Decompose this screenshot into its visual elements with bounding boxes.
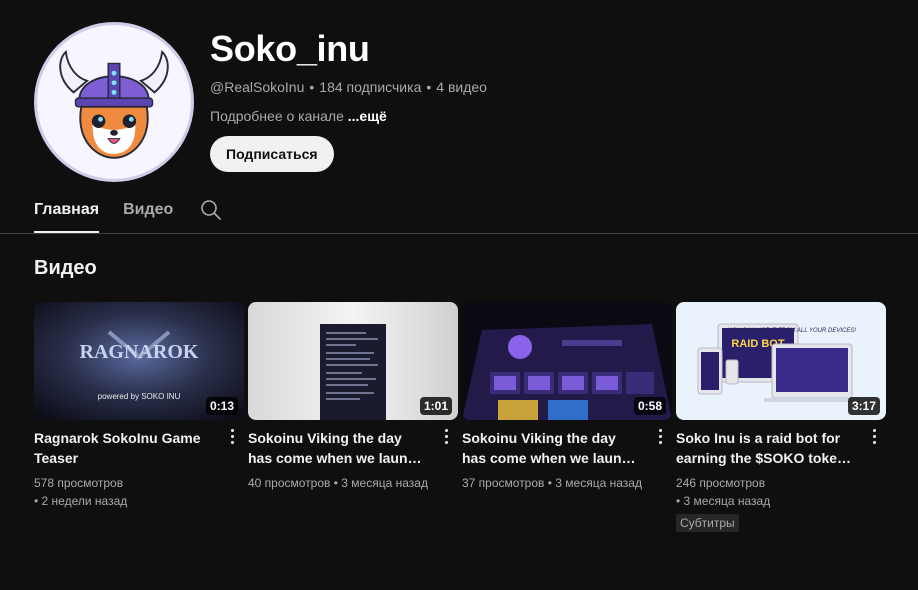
- channel-meta: @RealSokoInu • 184 подписчика • 4 видео: [210, 79, 487, 95]
- video-duration: 1:01: [419, 397, 452, 415]
- video-count: 4 видео: [436, 79, 487, 95]
- video-title[interactable]: Sokoinu Viking the day has come when we …: [462, 428, 642, 468]
- channel-handle: @RealSokoInu: [210, 79, 305, 95]
- video-card[interactable]: RAGNAROK powered by SOKO INU 0:13 Ragnar…: [34, 302, 244, 532]
- shiba-viking-logo: [37, 25, 191, 179]
- video-age: • 3 месяца назад: [333, 476, 428, 490]
- video-age: • 2 недели назад: [34, 494, 128, 508]
- more-options-icon[interactable]: [442, 426, 450, 446]
- video-card[interactable]: RAID BOT YOU CAN USE IT FROM ALL YOUR DE…: [676, 302, 886, 532]
- video-title[interactable]: Soko Inu is a raid bot for earning the $…: [676, 428, 856, 468]
- video-thumbnail[interactable]: 1:01: [248, 302, 458, 420]
- video-age: • 3 месяца назад: [547, 476, 642, 490]
- video-duration: 0:58: [633, 397, 666, 415]
- video-title[interactable]: Ragnarok SokoInu Game Teaser: [34, 428, 214, 468]
- video-thumbnail[interactable]: RAID BOT YOU CAN USE IT FROM ALL YOUR DE…: [676, 302, 886, 420]
- video-stats: 40 просмотров • 3 месяца назад: [248, 474, 458, 492]
- more-options-icon[interactable]: [870, 426, 878, 446]
- video-duration: 0:13: [205, 397, 238, 415]
- thumbnail-caption: powered by SOKO INU: [98, 392, 181, 401]
- video-views: 40 просмотров: [248, 476, 331, 490]
- more-options-icon[interactable]: [656, 426, 664, 446]
- channel-name: Soko_inu: [210, 28, 370, 69]
- section-title: Видео: [34, 257, 97, 279]
- thumbnail-logo-text: RAGNAROK: [80, 341, 199, 363]
- meta-separator: •: [309, 79, 315, 95]
- video-card[interactable]: 1:01 Sokoinu Viking the day has come whe…: [248, 302, 458, 532]
- more-options-icon[interactable]: [228, 426, 236, 446]
- about-label: Подробнее о канале: [210, 108, 344, 124]
- tabs-divider: [0, 233, 918, 234]
- video-card[interactable]: 0:58 Sokoinu Viking the day has come whe…: [462, 302, 672, 532]
- subscriber-count: 184 подписчика: [319, 79, 422, 95]
- thumbnail-caption: YOU CAN USE IT FROM ALL YOUR DEVICES!: [728, 328, 857, 334]
- video-views: 578 просмотров: [34, 476, 124, 490]
- video-views: 246 просмотров: [676, 476, 766, 490]
- channel-about-link[interactable]: Подробнее о канале ...ещё: [210, 108, 387, 124]
- about-more[interactable]: ...ещё: [348, 108, 387, 124]
- video-stats: 37 просмотров • 3 месяца назад: [462, 474, 672, 492]
- video-views: 37 просмотров: [462, 476, 545, 490]
- video-thumbnail[interactable]: RAGNAROK powered by SOKO INU 0:13: [34, 302, 244, 420]
- video-thumbnail[interactable]: 0:58: [462, 302, 672, 420]
- search-icon[interactable]: [199, 198, 223, 222]
- tab-home[interactable]: Главная: [34, 196, 100, 233]
- subtitles-badge: Субтитры: [676, 514, 739, 532]
- video-title[interactable]: Sokoinu Viking the day has come when we …: [248, 428, 428, 468]
- video-stats: 578 просмотров • 2 недели назад: [34, 474, 244, 510]
- video-grid: RAGNAROK powered by SOKO INU 0:13 Ragnar…: [34, 302, 886, 532]
- video-duration: 3:17: [847, 397, 880, 415]
- meta-separator: •: [426, 79, 432, 95]
- channel-tabs: Главная Видео: [34, 196, 223, 233]
- tab-videos[interactable]: Видео: [123, 196, 173, 233]
- subscribe-button[interactable]: Подписаться: [210, 136, 334, 172]
- channel-avatar[interactable]: [34, 22, 194, 182]
- video-stats: 246 просмотров • 3 месяца назад: [676, 474, 886, 510]
- video-age: • 3 месяца назад: [676, 494, 771, 508]
